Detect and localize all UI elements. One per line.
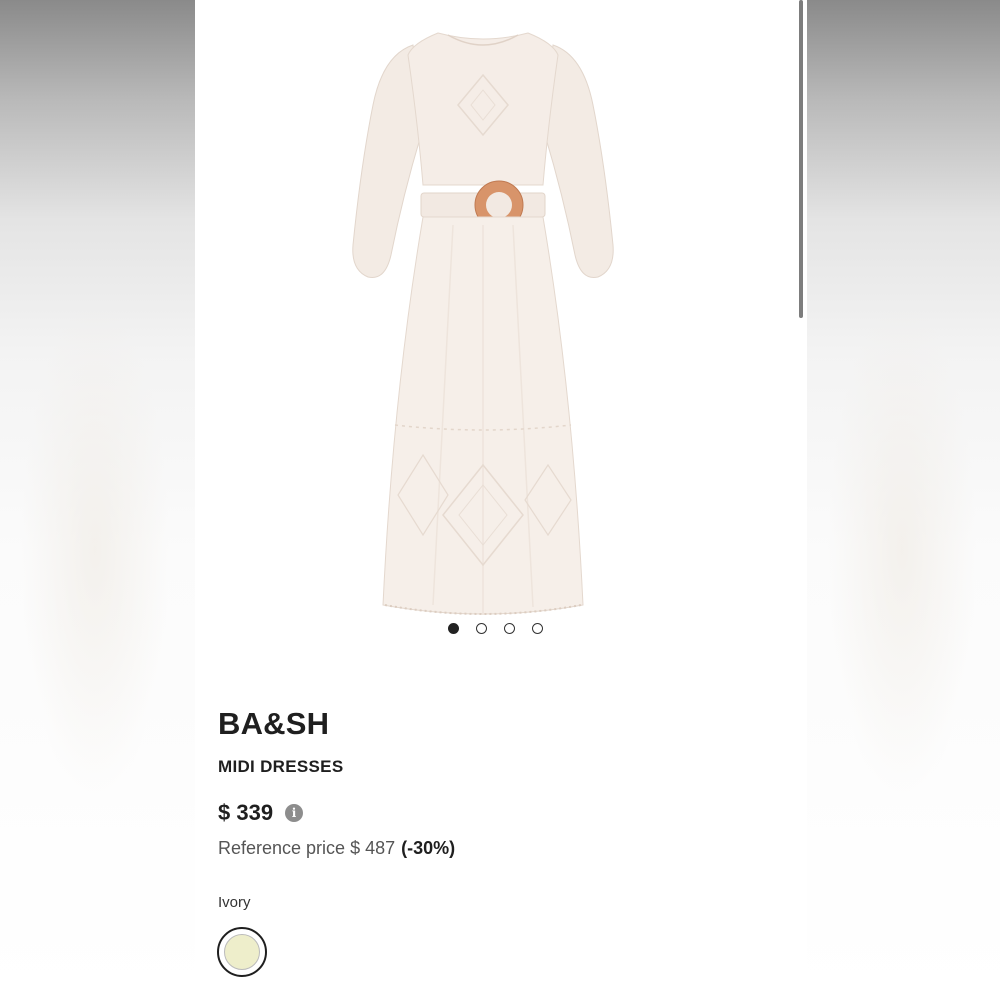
color-swatch-ivory[interactable] <box>217 927 267 977</box>
scrollbar[interactable] <box>799 0 803 318</box>
screenshot: BA&SH MIDI DRESSES $ 339 i Reference pri… <box>0 0 1000 1000</box>
color-name: Ivory <box>218 894 251 911</box>
product-category: MIDI DRESSES <box>218 757 344 776</box>
product-image-carousel[interactable] <box>195 0 795 640</box>
discount-badge: (-30%) <box>401 838 456 858</box>
reference-price: Reference price $ 487 (-30%) <box>218 838 455 859</box>
info-icon[interactable]: i <box>285 804 304 822</box>
carousel-indicators <box>448 623 543 634</box>
dress-image <box>352 32 614 615</box>
blurred-background-right <box>807 0 1000 1000</box>
product-page: BA&SH MIDI DRESSES $ 339 i Reference pri… <box>195 0 807 1000</box>
brand-name[interactable]: BA&SH <box>218 706 329 742</box>
price: $ 339 <box>218 800 274 825</box>
carousel-dot-4[interactable] <box>532 623 543 634</box>
blurred-background-left <box>0 0 195 1000</box>
price-row: $ 339 i <box>218 800 304 826</box>
carousel-dot-2[interactable] <box>476 623 487 634</box>
color-swatch-fill <box>224 934 260 970</box>
reference-price-label: Reference price $ 487 <box>218 838 396 858</box>
carousel-dot-1[interactable] <box>448 623 459 634</box>
carousel-dot-3[interactable] <box>504 623 515 634</box>
